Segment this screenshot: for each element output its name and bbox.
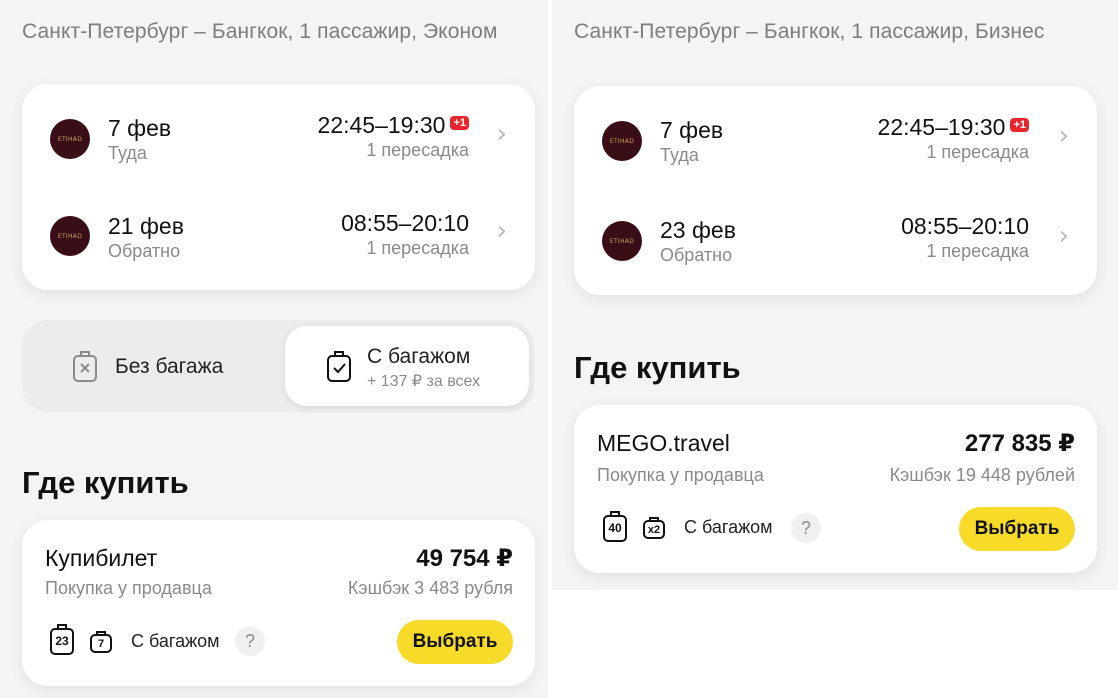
airline-logo: ETIHAD — [50, 216, 90, 256]
flight-date: 21 фев — [108, 213, 184, 239]
airline-logo: ETIHAD — [50, 119, 90, 159]
chevron-right-icon: › — [496, 216, 507, 246]
flight-stops: 1 пересадка — [926, 241, 1029, 261]
cabin-bag-icon: x2 — [642, 516, 666, 540]
flight-time: 08:55–20:10 — [341, 210, 469, 236]
checked-bag-icon: 23 — [49, 622, 75, 656]
flight-stops: 1 пересадка — [926, 142, 1029, 162]
flight-date: 23 фев — [660, 217, 736, 243]
where-to-buy-heading: Где купить — [574, 350, 741, 385]
flight-direction: Обратно — [108, 241, 181, 261]
itinerary-card: ETIHAD 7 фев Туда 22:45–19:30 +1 1 переса… — [22, 84, 535, 290]
suitcase-cross-icon — [73, 351, 97, 382]
flight-stops: 1 пересадка — [366, 238, 469, 258]
no-baggage-label: Без багажа — [115, 355, 224, 378]
next-day-badge: +1 — [1010, 118, 1029, 132]
flight-direction: Туда — [108, 143, 147, 163]
flight-date: 7 фев — [660, 117, 724, 143]
offer-price: 277 835 ₽ — [964, 430, 1075, 457]
flight-time: 22:45–19:30 +1 — [318, 112, 469, 139]
with-baggage-price: + 137 ₽ за всех — [367, 373, 481, 390]
offer-card: MEGO.travel Покупка у продавца 277 835 ₽… — [574, 405, 1097, 573]
route-summary: Санкт-Петербург – Бангкок, 1 пассажир, Э… — [22, 20, 498, 43]
with-baggage-label: С багажом — [367, 345, 471, 368]
offer-price: 49 754 ₽ — [416, 545, 513, 572]
select-offer-button[interactable]: Выбрать — [397, 620, 513, 664]
airline-logo: ETIHAD — [602, 121, 642, 161]
flight-direction: Туда — [660, 145, 699, 165]
next-day-badge: +1 — [450, 116, 469, 130]
flight-direction: Обратно — [660, 245, 733, 265]
suitcase-check-icon — [327, 351, 351, 382]
blank-area — [552, 590, 1118, 698]
flight-time: 22:45–19:30 +1 — [878, 114, 1029, 141]
chevron-right-icon: › — [496, 119, 507, 149]
flight-date: 7 фев — [108, 115, 172, 141]
seller-name: MEGO.travel — [597, 430, 730, 456]
chevron-right-icon: › — [1058, 121, 1069, 151]
no-baggage-option[interactable]: Без багажа — [22, 320, 284, 412]
flight-row-outbound[interactable]: ETIHAD 7 фев Туда 22:45–19:30 +1 1 переса… — [22, 99, 535, 179]
seller-subtitle: Покупка у продавца — [45, 578, 212, 598]
with-baggage-option[interactable]: С багажом + 137 ₽ за всех — [285, 326, 529, 406]
cashback: Кэшбэк 3 483 рубля — [347, 578, 513, 598]
flight-row-outbound[interactable]: ETIHAD 7 фев Туда 22:45–19:30 +1 1 переса… — [574, 101, 1097, 181]
flight-time: 08:55–20:10 — [901, 213, 1029, 239]
airline-logo: ETIHAD — [602, 221, 642, 261]
flight-time-text: 22:45–19:30 — [317, 112, 446, 138]
economy-panel: Санкт-Петербург – Бангкок, 1 пассажир, Э… — [0, 0, 548, 698]
offer-card: Купибилет Покупка у продавца 49 754 ₽ Кэ… — [22, 520, 535, 686]
baggage-help-icon[interactable]: ? — [791, 513, 821, 543]
checked-bag-weight: 23 — [55, 634, 69, 648]
select-offer-button[interactable]: Выбрать — [959, 507, 1075, 551]
seller-name: Купибилет — [45, 545, 158, 571]
route-summary: Санкт-Петербург – Бангкок, 1 пассажир, Б… — [574, 20, 1045, 43]
checked-bag-weight: 40 — [608, 521, 622, 535]
where-to-buy-heading: Где купить — [22, 465, 189, 500]
cashback: Кэшбэк 19 448 рублей — [889, 465, 1075, 485]
seller-subtitle: Покупка у продавца — [597, 465, 764, 485]
chevron-right-icon: › — [1058, 221, 1069, 251]
cabin-bag-weight: 7 — [97, 638, 105, 650]
flight-time-text: 22:45–19:30 — [877, 114, 1006, 140]
baggage-help-icon[interactable]: ? — [235, 626, 265, 656]
flight-stops: 1 пересадка — [366, 140, 469, 160]
flight-row-return[interactable]: ETIHAD 23 фев Обратно 08:55–20:10 1 пере… — [574, 201, 1097, 281]
baggage-text: С багажом — [131, 631, 220, 651]
checked-bag-icon: 40 — [602, 509, 628, 543]
cabin-bag-icon: 7 — [89, 630, 113, 654]
flight-row-return[interactable]: ETIHAD 21 фев Обратно 08:55–20:10 1 пере… — [22, 196, 535, 276]
baggage-text: С багажом — [684, 517, 773, 537]
cabin-bag-count: x2 — [647, 524, 661, 536]
baggage-toggle: Без багажа С багажом + 137 ₽ за всех — [22, 320, 534, 412]
itinerary-card: ETIHAD 7 фев Туда 22:45–19:30 +1 1 переса… — [574, 86, 1097, 295]
